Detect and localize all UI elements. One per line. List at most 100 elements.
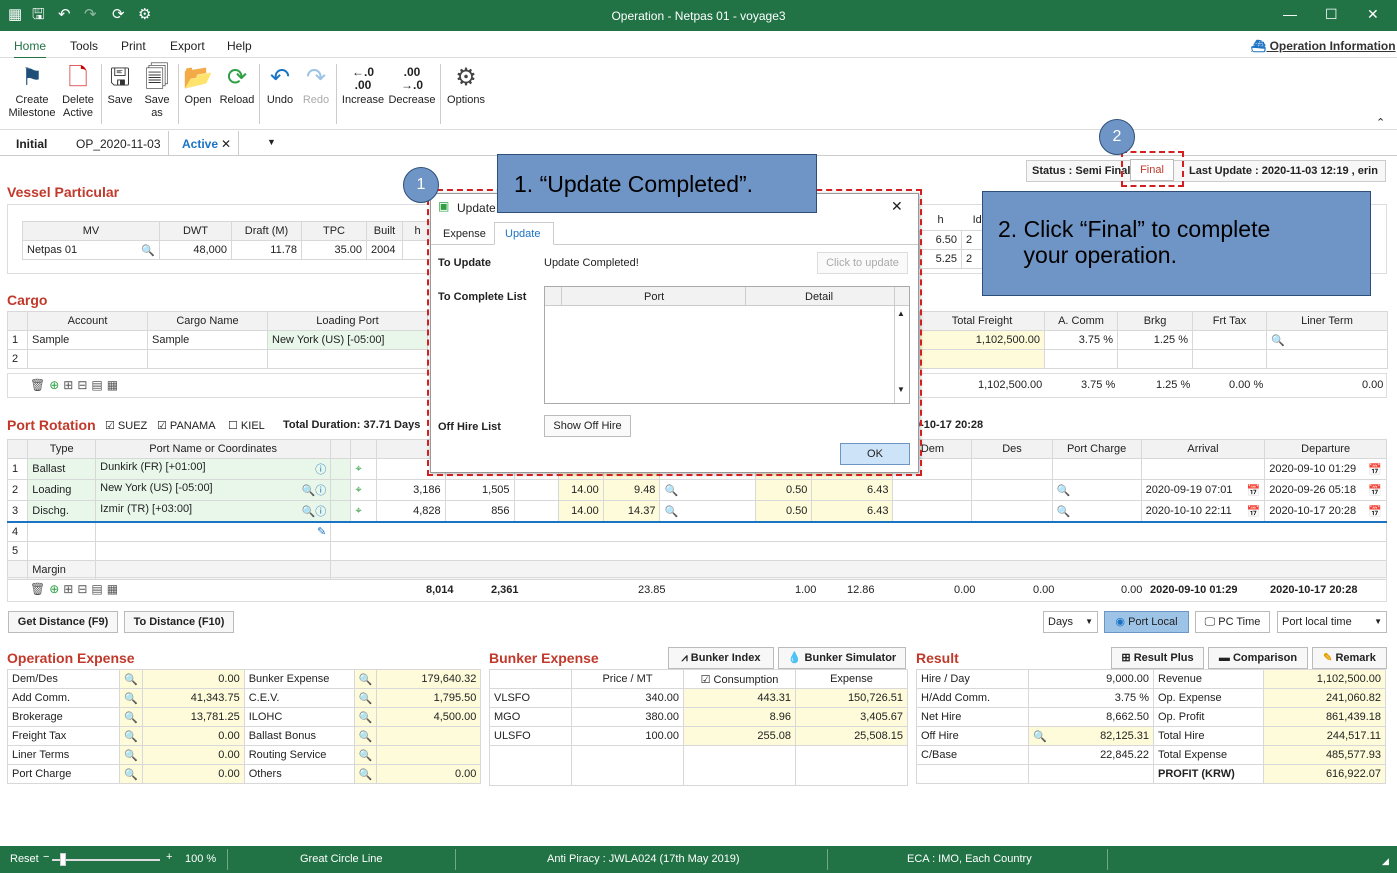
port-departure-cell[interactable]: 2020-10-17 20:28 📅 — [1264, 500, 1387, 523]
tab-close-icon[interactable]: ✕ — [221, 137, 231, 151]
info-icon[interactable]: 🔍ⓘ — [301, 482, 326, 498]
opex-value[interactable]: 179,640.32 — [376, 669, 482, 689]
bunker-simulator-button[interactable]: 💧 Bunker Simulator — [778, 647, 906, 669]
port-charge[interactable]: 🔍 — [1051, 500, 1142, 523]
port-wf[interactable]: 0.50 — [754, 479, 813, 501]
search-icon[interactable]: 🔍 — [1057, 485, 1071, 497]
reset-button[interactable]: Reset — [10, 853, 39, 865]
vessel-dwt[interactable]: 48,000 — [159, 240, 232, 260]
port-empty-row[interactable] — [330, 521, 1387, 542]
port-name-cell[interactable]: Izmir (TR) [+03:00] 🔍ⓘ — [95, 500, 332, 523]
port-cell[interactable]: 🔍 — [659, 479, 756, 501]
search-icon[interactable]: 🔍 — [353, 707, 378, 727]
cargo-loading-port[interactable] — [267, 349, 428, 369]
operation-information-link[interactable]: ⛴ Operation Information — [1251, 39, 1396, 53]
search-icon[interactable]: 🔍 — [119, 707, 143, 727]
port-arrival-cell[interactable]: 2020-09-19 07:01 📅 — [1140, 479, 1266, 501]
cargo-cell[interactable] — [1044, 349, 1118, 369]
opex-value[interactable]: 0.00 — [141, 726, 245, 746]
port-dem[interactable] — [892, 479, 973, 501]
calendar-icon[interactable]: 📅 — [1368, 505, 1382, 518]
zoom-in-icon[interactable]: + — [166, 851, 172, 863]
port-type[interactable]: Ballast — [27, 458, 97, 480]
eca-info[interactable]: ECA : IMO, Each Country — [907, 853, 1032, 865]
tab-op[interactable]: OP_2020-11-03 — [76, 137, 161, 151]
cargo-cell[interactable] — [1266, 349, 1388, 369]
days-select[interactable]: Days ▼ — [1043, 611, 1098, 633]
result-value[interactable]: 22,845.22 — [1028, 745, 1154, 765]
vessel-cell[interactable]: 6.50 — [919, 229, 962, 250]
opex-value[interactable]: 41,343.75 — [141, 688, 245, 708]
port-name-cell[interactable] — [95, 540, 332, 561]
port-speed[interactable]: 14.00 — [558, 479, 604, 501]
search-icon[interactable]: 🔍 — [664, 506, 678, 518]
bunker-price[interactable]: 380.00 — [571, 707, 684, 727]
redo-button[interactable]: ↷ Redo — [300, 62, 332, 107]
search-icon[interactable]: 🔍 — [119, 764, 143, 784]
collapse-ribbon-icon[interactable]: ⌃ — [1376, 116, 1385, 129]
search-icon[interactable]: 🔍 — [664, 485, 678, 497]
info-icon[interactable]: 🔍ⓘ — [301, 503, 326, 519]
result-value[interactable] — [1028, 764, 1154, 784]
zoom-slider-handle[interactable] — [60, 853, 66, 866]
anti-piracy[interactable]: Anti Piracy : JWLA024 (17th May 2019) — [547, 853, 740, 865]
port-distance[interactable]: 4,828 — [375, 500, 446, 523]
cargo-frt-tax[interactable] — [1192, 330, 1267, 350]
opex-value[interactable]: 0.00 — [141, 764, 245, 784]
cargo-cell[interactable] — [1117, 349, 1193, 369]
menu-export[interactable]: Export — [170, 39, 205, 53]
opex-value[interactable]: 0.00 — [141, 745, 245, 765]
port-type[interactable] — [27, 540, 97, 561]
port-dem[interactable] — [892, 500, 973, 523]
search-icon[interactable]: 🔍 — [1057, 506, 1071, 518]
decrease-button[interactable]: .00 →.0 Decrease — [388, 62, 436, 107]
port-days[interactable]: 14.37 — [602, 500, 661, 523]
checkbox-icon[interactable]: ☑ — [701, 674, 714, 686]
cargo-brkg[interactable]: 1.25 % — [1117, 330, 1193, 350]
cargo-liner-term[interactable]: 🔍 — [1266, 330, 1388, 350]
port-port-days[interactable]: 6.43 — [811, 500, 894, 523]
opex-value[interactable] — [376, 726, 482, 746]
search-icon[interactable]: 🔍 — [353, 688, 378, 708]
port-departure-cell[interactable]: 2020-09-26 05:18 📅 — [1264, 479, 1387, 501]
great-circle-line[interactable]: Great Circle Line — [300, 853, 383, 865]
cargo-account[interactable] — [27, 349, 148, 369]
port-departure-cell[interactable]: 2020-09-10 01:29 📅 — [1264, 458, 1387, 480]
vessel-draft[interactable]: 11.78 — [231, 240, 302, 260]
port-name-cell[interactable]: New York (US) [-05:00] 🔍ⓘ — [95, 479, 332, 501]
calendar-icon[interactable]: 📅 — [1368, 484, 1382, 497]
bunker-header-consumption[interactable]: ☑ Consumption — [683, 669, 796, 689]
port-des[interactable] — [971, 500, 1053, 523]
result-value[interactable]: 🔍 82,125.31 — [1028, 726, 1154, 746]
create-milestone-button[interactable]: ⚑ Create Milestone — [6, 62, 58, 120]
opex-value[interactable]: 1,795.50 — [376, 688, 482, 708]
port-cell[interactable] — [513, 479, 560, 501]
bunker-price[interactable]: 340.00 — [571, 688, 684, 708]
port-charge[interactable]: 🔍 — [1051, 479, 1142, 501]
bunker-consumption[interactable]: 255.08 — [683, 726, 796, 746]
result-value[interactable]: 9,000.00 — [1028, 669, 1154, 689]
port-speed[interactable]: 14.00 — [558, 500, 604, 523]
bunker-index-button[interactable]: ⩘ Bunker Index — [668, 647, 774, 669]
reload-button[interactable]: ⟳ Reload — [218, 62, 256, 107]
vessel-header-draft[interactable]: Draft (M) — [231, 221, 302, 241]
vessel-mv-cell[interactable]: Netpas 01 🔍 — [22, 240, 160, 260]
options-button[interactable]: ⚙ Options — [444, 62, 488, 107]
tab-dropdown-icon[interactable]: ▼ — [267, 137, 276, 147]
suez-checkbox[interactable]: ☑ SUEZ — [105, 419, 147, 432]
maximize-icon[interactable]: ☐ — [1325, 6, 1338, 23]
result-value[interactable]: 8,662.50 — [1028, 707, 1154, 727]
port-days[interactable]: 9.48 — [602, 479, 661, 501]
undo-button[interactable]: ↶ Undo — [263, 62, 297, 107]
search-icon[interactable]: 🔍 — [353, 745, 378, 765]
search-icon[interactable]: 🔍 — [1033, 730, 1047, 743]
tab-initial[interactable]: Initial — [16, 137, 47, 151]
port-eca[interactable]: 1,505 — [444, 479, 515, 501]
cargo-total-freight[interactable]: 1,102,500.00 — [919, 330, 1045, 350]
cargo-cell[interactable] — [1192, 349, 1267, 369]
port-type[interactable]: Loading — [27, 479, 97, 501]
port-type[interactable]: Dischg. — [27, 500, 97, 523]
map-pin-icon[interactable]: ⌖ — [350, 458, 377, 480]
search-icon[interactable]: 🔍 — [353, 669, 378, 689]
result-plus-button[interactable]: ⊞ Result Plus — [1111, 647, 1204, 669]
